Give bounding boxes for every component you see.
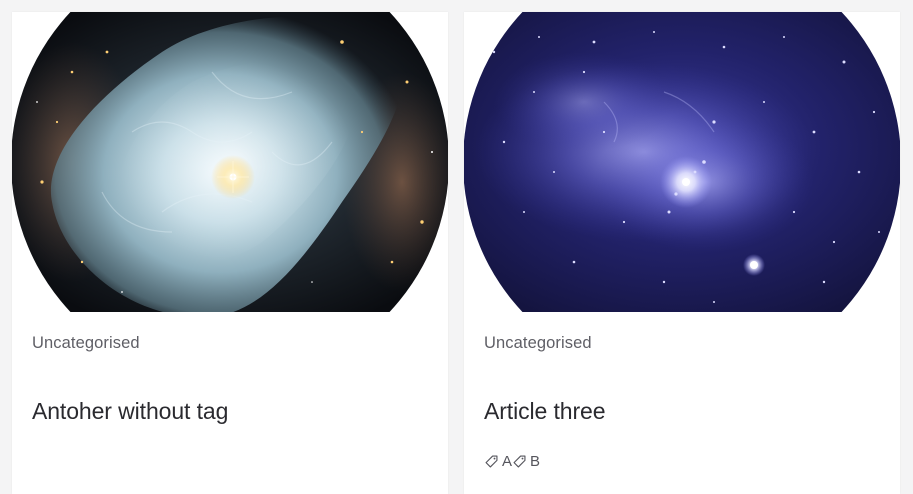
tag-icon [512,454,527,469]
article-image-link-2[interactable] [464,12,900,312]
tag-b[interactable]: B [512,453,540,470]
article-image-link-1[interactable] [12,12,448,312]
tag-a[interactable]: A [484,453,512,470]
galaxy-center-image [464,12,900,312]
tag-label: B [530,453,541,470]
article-category[interactable]: Uncategorised [32,334,140,353]
article-title[interactable]: Antoher without tag [32,398,228,425]
article-category[interactable]: Uncategorised [484,334,592,353]
article-title[interactable]: Article three [484,398,606,425]
article-card-2[interactable]: Uncategorised Article three A B [464,12,900,494]
tag-label: A [502,453,513,470]
tag-icon [484,454,499,469]
tag-list: A B [484,453,540,470]
nebula-image [12,12,448,312]
article-card-1[interactable]: Uncategorised Antoher without tag [12,12,448,494]
